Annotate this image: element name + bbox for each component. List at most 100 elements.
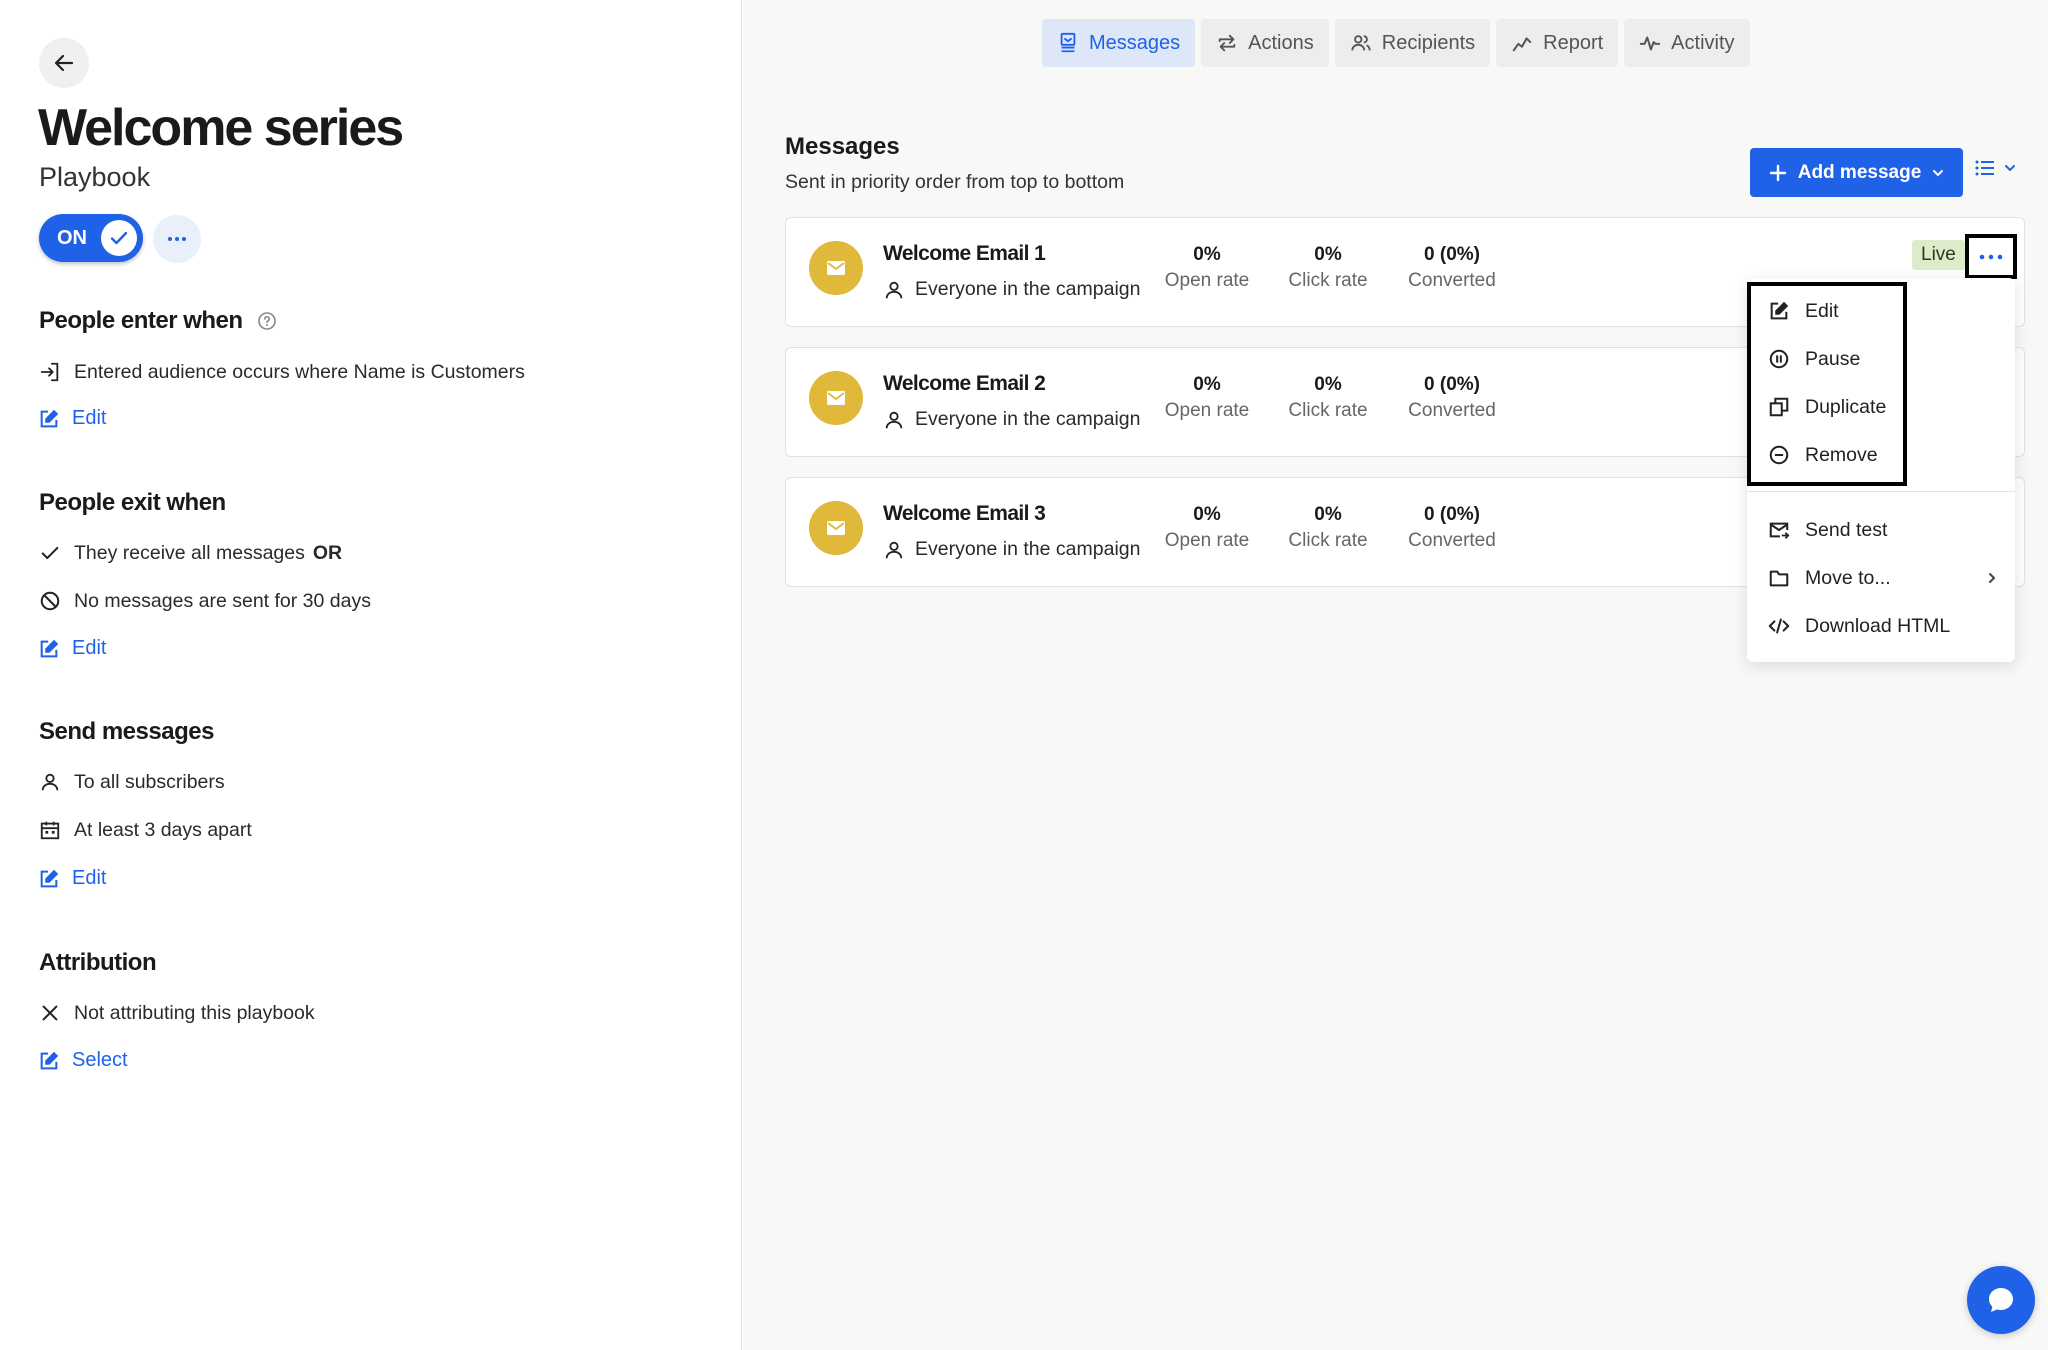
message-more-button[interactable] xyxy=(1965,234,2017,279)
enter-edit-label: Edit xyxy=(72,407,107,429)
help-icon[interactable] xyxy=(257,311,277,331)
converted-value: 0 (0%) xyxy=(1424,374,1480,395)
messages-title: Messages xyxy=(785,133,900,160)
converted-label: Converted xyxy=(1408,530,1496,551)
playbook-toggle[interactable]: ON xyxy=(39,214,143,262)
click-rate-value: 0% xyxy=(1314,244,1342,265)
open-rate-value: 0% xyxy=(1193,374,1221,395)
audience-text: Everyone in the campaign xyxy=(915,538,1141,560)
open-rate-label: Open rate xyxy=(1164,270,1250,291)
tab-messages[interactable]: Messages xyxy=(1042,19,1196,67)
exit-condition-2: No messages are sent for 30 days xyxy=(38,589,371,613)
menu-item-pause[interactable]: Pause xyxy=(1767,347,1999,371)
chevron-down-icon xyxy=(1933,169,1944,176)
chevron-right-icon xyxy=(1989,573,1996,583)
edit-icon xyxy=(40,639,59,657)
toggle-knob xyxy=(101,220,137,256)
chevron-down-icon xyxy=(2005,165,2015,172)
messages-subtitle: Sent in priority order from top to botto… xyxy=(785,171,1125,193)
menu-item-send-test[interactable]: Send test xyxy=(1767,518,1999,542)
exit-condition-1-text: They receive all messages xyxy=(74,541,305,564)
enter-edit-link[interactable]: Edit xyxy=(38,407,106,430)
send-test-icon xyxy=(1767,518,1791,542)
person-icon xyxy=(885,541,903,558)
open-rate-stat: 0% Open rate xyxy=(1160,374,1254,422)
envelope-icon xyxy=(827,391,845,405)
converted-value: 0 (0%) xyxy=(1424,504,1480,525)
tab-label: Messages xyxy=(1089,31,1181,54)
send-edit-label: Edit xyxy=(72,867,107,889)
enter-condition-text: Entered audience occurs where Name is Cu… xyxy=(74,360,525,383)
attribution-status-text: Not attributing this playbook xyxy=(74,1001,315,1024)
tab-recipients[interactable]: Recipients xyxy=(1334,19,1491,67)
menu-item-remove[interactable]: Remove xyxy=(1767,443,1999,467)
person-icon xyxy=(885,281,903,298)
message-actions-menu: Edit Pause Duplicate Remove Send test Mo… xyxy=(1747,278,2015,662)
more-horizontal-icon xyxy=(168,237,186,241)
x-icon xyxy=(38,1001,62,1025)
duplicate-icon xyxy=(1767,395,1791,419)
tab-actions[interactable]: Actions xyxy=(1201,19,1329,67)
more-horizontal-icon xyxy=(1979,254,2003,259)
prohibited-icon xyxy=(38,589,62,613)
pulse-icon xyxy=(1639,36,1661,51)
menu-item-label: Duplicate xyxy=(1805,395,1887,418)
add-message-button[interactable]: Add message xyxy=(1750,148,1963,197)
edit-icon xyxy=(1767,299,1791,323)
page-subtitle: Playbook xyxy=(39,162,151,192)
email-avatar xyxy=(809,501,863,555)
toggle-label: ON xyxy=(57,226,87,249)
edit-icon xyxy=(40,409,59,427)
send-spacing: At least 3 days apart xyxy=(38,818,252,842)
send-edit-link[interactable]: Edit xyxy=(38,867,106,890)
send-section-title: Send messages xyxy=(39,718,214,745)
attribution-select-link[interactable]: Select xyxy=(38,1049,128,1072)
menu-item-label: Edit xyxy=(1805,299,1839,322)
tab-bar: Messages Actions Recipients Report Activ… xyxy=(1042,19,1750,67)
menu-item-label: Send test xyxy=(1805,518,1888,541)
tab-report[interactable]: Report xyxy=(1496,19,1619,67)
status-badge: Live xyxy=(1912,240,1965,270)
click-rate-stat: 0% Click rate xyxy=(1281,374,1375,422)
message-audience: Everyone in the campaign xyxy=(883,278,1140,301)
exit-condition-2-text: No messages are sent for 30 days xyxy=(74,589,371,612)
audience-text: Everyone in the campaign xyxy=(915,278,1141,300)
person-icon xyxy=(38,770,62,794)
message-name[interactable]: Welcome Email 2 xyxy=(883,372,1046,396)
message-name[interactable]: Welcome Email 3 xyxy=(883,502,1046,526)
add-message-label: Add message xyxy=(1797,161,1922,183)
menu-item-duplicate[interactable]: Duplicate xyxy=(1767,395,1999,419)
click-rate-value: 0% xyxy=(1314,504,1342,525)
chat-support-button[interactable] xyxy=(1967,1266,2035,1334)
person-icon xyxy=(885,411,903,428)
view-options-button[interactable] xyxy=(1973,156,2017,180)
open-rate-label: Open rate xyxy=(1164,400,1250,421)
message-name[interactable]: Welcome Email 1 xyxy=(883,242,1046,266)
tab-activity[interactable]: Activity xyxy=(1624,19,1750,67)
back-button[interactable] xyxy=(39,38,89,88)
open-rate-stat: 0% Open rate xyxy=(1160,244,1254,292)
pause-icon xyxy=(1767,347,1791,371)
check-icon xyxy=(38,541,62,565)
code-icon xyxy=(1767,614,1791,638)
send-to-text: To all subscribers xyxy=(74,770,225,793)
exit-edit-link[interactable]: Edit xyxy=(38,637,106,660)
exit-section-title: People exit when xyxy=(39,489,226,516)
menu-item-move-to[interactable]: Move to... xyxy=(1767,566,1999,590)
converted-stat: 0 (0%) Converted xyxy=(1400,504,1504,552)
playbook-more-button[interactable] xyxy=(153,215,201,263)
enter-section-title: People enter when xyxy=(39,307,277,335)
message-icon xyxy=(1060,32,1076,53)
tab-label: Actions xyxy=(1248,31,1314,54)
send-to: To all subscribers xyxy=(38,770,225,794)
email-avatar xyxy=(809,241,863,295)
people-icon xyxy=(1351,35,1371,51)
menu-item-edit[interactable]: Edit xyxy=(1767,299,1999,323)
attribution-section-title: Attribution xyxy=(39,949,157,976)
menu-item-download-html[interactable]: Download HTML xyxy=(1767,614,1999,638)
tab-label: Report xyxy=(1543,31,1604,54)
chat-bubble-icon xyxy=(1989,1288,2013,1312)
repeat-icon xyxy=(1218,34,1236,52)
converted-stat: 0 (0%) Converted xyxy=(1400,374,1504,422)
open-rate-label: Open rate xyxy=(1164,530,1250,551)
